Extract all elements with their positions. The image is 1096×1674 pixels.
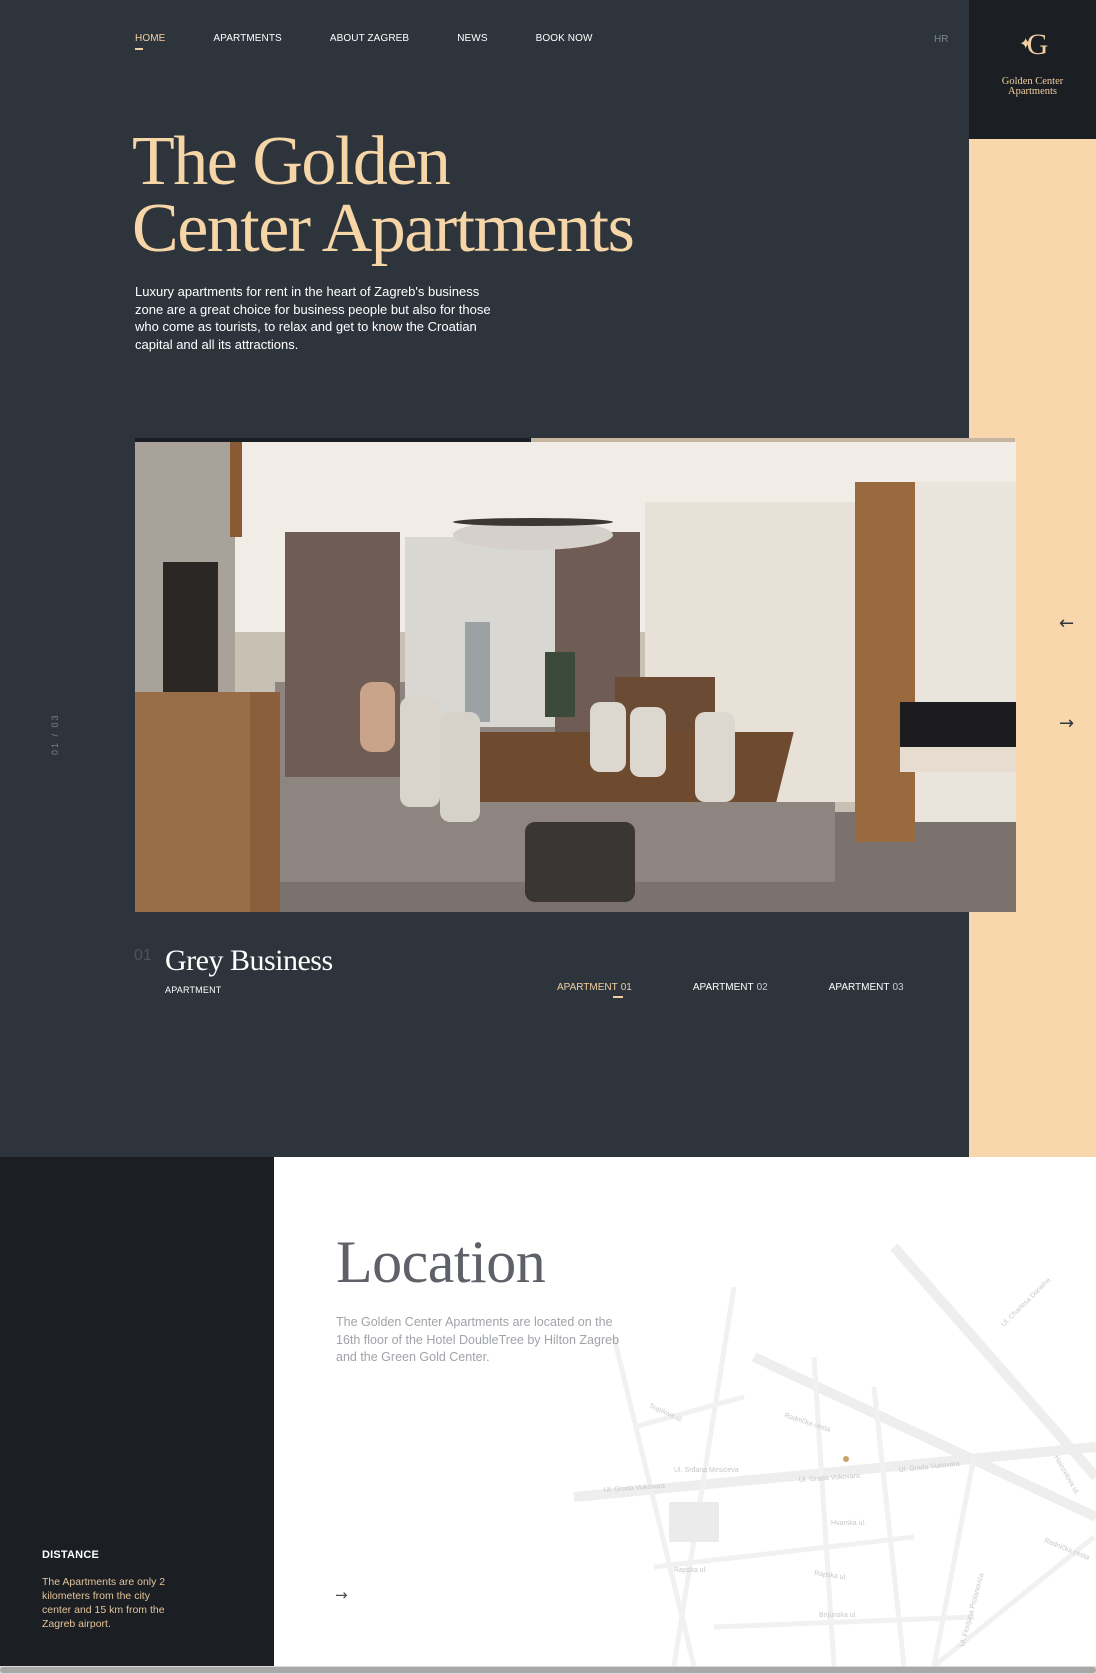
svg-text:Brijunska ul.: Brijunska ul. [819,1612,857,1619]
language-switch[interactable]: HR [934,34,948,45]
prev-arrow-icon[interactable]: ← [1059,613,1074,634]
title-line1: The Golden [132,123,451,200]
map-road [671,1286,737,1666]
svg-text:Hvarska ul.: Hvarska ul. [831,1520,866,1527]
map-road [811,1356,837,1666]
tab-apartment-02[interactable]: APARTMENT 02 [693,982,768,993]
location-pin-icon[interactable] [843,1456,849,1462]
scrollbar-thumb[interactable] [0,1667,1096,1673]
location-arrow-icon[interactable]: → [335,1586,348,1604]
main-nav: HOME APARTMENTS ABOUT ZAGREB NEWS BOOK N… [135,33,593,50]
sparkle-icon: ✦ [1019,34,1033,53]
nav-about-zagreb[interactable]: ABOUT ZAGREB [330,33,409,44]
logo-mark: ✦ G [1019,28,1049,61]
svg-text:Radnička cesta: Radnička cesta [783,1412,831,1433]
slide-counter: 01 / 03 [50,713,60,755]
title-line2: Center Apartments [132,190,635,267]
intro-text: Luxury apartments for rent in the heart … [135,284,491,353]
nav-apartments[interactable]: APARTMENTS [213,33,281,44]
logo-text: Golden Center Apartments [969,76,1096,97]
horizontal-scrollbar[interactable] [0,1666,1096,1674]
map-road-heinzelova [890,1243,1096,1481]
nav-home[interactable]: HOME [135,33,165,50]
svg-text:Ul. Srđana Mesićeva: Ul. Srđana Mesićeva [674,1467,739,1474]
map-road-radnicka [751,1352,1096,1522]
location-title: Location [336,1229,546,1295]
tab-apartment-03[interactable]: APARTMENT 03 [829,982,904,993]
apartment-photo [135,442,1016,912]
apartment-number: 01 [134,947,152,964]
distance-text: The Apartments are only 2 kilometers fro… [42,1576,166,1630]
logo-line2: Apartments [1008,86,1057,97]
map-block [669,1502,719,1542]
next-arrow-icon[interactable]: → [1059,713,1074,734]
map-road [932,1535,1096,1666]
distance-title: DISTANCE [42,1549,100,1561]
svg-text:Rapska ul.: Rapska ul. [674,1567,707,1574]
page-title: The Golden Center Apartments [132,123,635,267]
location-text: The Golden Center Apartments are located… [336,1315,620,1364]
apartment-title: Grey Business [165,944,333,977]
nav-book-now[interactable]: BOOK NOW [536,33,593,44]
apartment-subtitle: APARTMENT [165,985,222,995]
tab-apartment-01[interactable]: APARTMENT 01 [557,982,632,998]
apartment-tabs: APARTMENT 01 APARTMENT 02 APARTMENT 03 [557,982,904,998]
logo[interactable]: ✦ G Golden Center Apartments [969,0,1096,139]
svg-text:Ul. Charlesa Darwina: Ul. Charlesa Darwina [1000,1277,1052,1329]
nav-news[interactable]: NEWS [457,33,487,44]
